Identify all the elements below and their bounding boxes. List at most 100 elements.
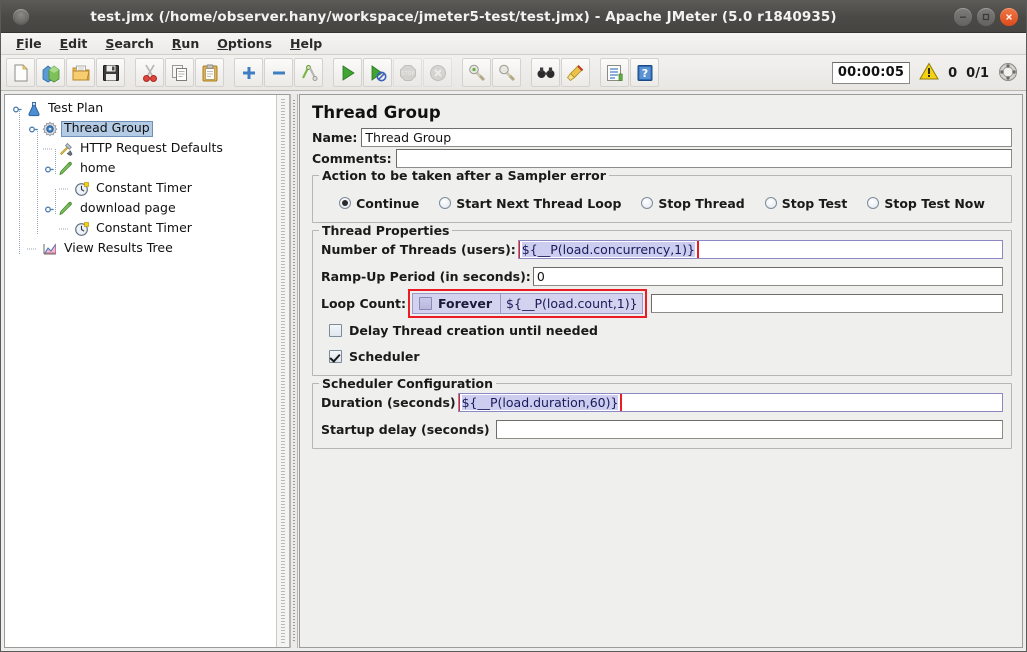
tree-node-constant-timer-1[interactable]: Constant Timer — [9, 179, 289, 199]
number-of-threads-input[interactable]: ${__P(load.concurrency,1)} — [517, 239, 1003, 259]
toolbar-status-area: 00:00:05 0 0/1 — [831, 60, 1018, 86]
radio-continue-label: Continue — [356, 195, 420, 211]
duration-value: ${__P(load.duration,60)} — [461, 394, 619, 410]
loop-count-label: Loop Count: — [321, 295, 406, 311]
toolbar-help-button[interactable]: ? — [630, 58, 659, 87]
toolbar-collapse-all-button[interactable] — [264, 58, 293, 87]
radio-stop-test-now[interactable]: Stop Test Now — [867, 196, 985, 211]
svg-text:STOP: STOP — [401, 71, 414, 77]
thread-properties-group: Thread Properties Number of Threads (use… — [312, 223, 1012, 376]
radio-continue[interactable]: Continue — [339, 196, 419, 211]
tree-expand-handle-thread-group[interactable] — [25, 120, 41, 138]
toolbar-clear-all-button[interactable] — [492, 58, 521, 87]
radio-stop-test-label: Stop Test — [781, 195, 848, 211]
menu-help-label: elp — [300, 36, 323, 51]
menu-file[interactable]: File — [7, 34, 51, 53]
delay-thread-creation-checkbox[interactable]: Delay Thread creation until needed — [321, 319, 1003, 341]
menu-search[interactable]: Search — [96, 34, 162, 53]
menu-help[interactable]: Help — [281, 34, 331, 53]
tree-vertical-scrollbar[interactable] — [276, 95, 289, 647]
startup-delay-input[interactable] — [495, 419, 1003, 439]
tree-node-thread-group[interactable]: Thread Group — [9, 119, 289, 139]
tree-label-test-plan: Test Plan — [48, 100, 104, 116]
tree-node-home[interactable]: home — [9, 159, 289, 179]
toolbar-toggle-button[interactable] — [294, 58, 323, 87]
menu-options[interactable]: Options — [208, 34, 281, 53]
thread-activity-icon[interactable] — [998, 62, 1018, 85]
toolbar-separator-6 — [591, 58, 600, 87]
tree-expand-handle-home[interactable] — [41, 160, 57, 178]
window-titlebar: test.jmx (/home/observer.hany/workspace/… — [1, 1, 1026, 33]
view-results-tree-icon — [41, 240, 59, 258]
duration-input[interactable]: ${__P(load.duration,60)} — [457, 392, 1003, 412]
toolbar-expand-all-button[interactable] — [234, 58, 263, 87]
maximize-button[interactable] — [977, 8, 995, 26]
toolbar-search-button[interactable] — [531, 58, 560, 87]
radio-start-next-thread-loop[interactable]: Start Next Thread Loop — [439, 196, 621, 211]
tree-expand-handle-test-plan[interactable] — [9, 100, 25, 118]
tree-label-constant-timer-2: Constant Timer — [96, 220, 192, 236]
start-icon — [338, 63, 358, 83]
toolbar-start-button[interactable] — [333, 58, 362, 87]
clear-icon — [467, 63, 487, 83]
warning-icon[interactable] — [919, 62, 939, 84]
comments-label: Comments: — [312, 151, 392, 166]
toolbar-start-no-pauses-button[interactable] — [363, 58, 392, 87]
close-button[interactable] — [1000, 8, 1018, 26]
loop-count-input[interactable]: ${__P(load.count,1)} — [500, 292, 644, 314]
page-title: Thread Group — [312, 103, 441, 122]
scheduler-checkbox-mark — [329, 349, 342, 363]
tree-node-view-results-tree[interactable]: View Results Tree — [9, 239, 289, 259]
thread-group-editor-panel: Thread Group Name: Thread Group Comments… — [299, 94, 1023, 648]
jmeter-window: test.jmx (/home/observer.hany/workspace/… — [0, 0, 1027, 652]
scheduler-configuration-group: Scheduler Configuration Duration (second… — [312, 376, 1012, 449]
tree-node-constant-timer-2[interactable]: Constant Timer — [9, 219, 289, 239]
toolbar-save-button[interactable] — [96, 58, 125, 87]
toolbar-shutdown-button[interactable] — [423, 58, 452, 87]
loop-count-input-tail[interactable] — [651, 293, 1003, 313]
thread-group-icon — [41, 120, 59, 138]
panel-splitter[interactable] — [290, 94, 298, 648]
toolbar-new-button[interactable] — [6, 58, 35, 87]
tree-node-http-request-defaults[interactable]: HTTP Request Defaults — [9, 139, 289, 159]
tree-label-download-page: download page — [80, 200, 176, 216]
toolbar-copy-button[interactable] — [165, 58, 194, 87]
thread-properties-group-title: Thread Properties — [319, 223, 453, 238]
main-toolbar: STOP ? 00:00:05 0 0/1 — [1, 55, 1026, 91]
delay-thread-creation-mark — [329, 323, 342, 337]
menu-edit[interactable]: Edit — [51, 34, 97, 53]
name-input[interactable]: Thread Group — [361, 128, 1012, 147]
radio-stop-test-mark — [764, 197, 777, 209]
toolbar-cut-button[interactable] — [135, 58, 164, 87]
test-plan-tree: Test Plan Thread Group HTTP Request Defa… — [5, 95, 289, 259]
scheduler-checkbox[interactable]: Scheduler — [321, 345, 1003, 367]
tree-leaf-handle-view-results — [25, 240, 41, 258]
test-plan-tree-panel: Test Plan Thread Group HTTP Request Defa… — [4, 94, 290, 648]
toolbar-paste-button[interactable] — [195, 58, 224, 87]
toolbar-separator-3 — [324, 58, 333, 87]
tree-node-download-page[interactable]: download page — [9, 199, 289, 219]
toolbar-open-button[interactable] — [66, 58, 95, 87]
ramp-up-input[interactable]: 0 — [532, 266, 1003, 286]
save-icon — [101, 63, 121, 83]
timer-icon — [73, 220, 91, 238]
toolbar-reset-search-button[interactable] — [561, 58, 590, 87]
menu-search-label: earch — [114, 36, 154, 51]
toolbar-clear-button[interactable] — [462, 58, 491, 87]
radio-stop-test[interactable]: Stop Test — [764, 195, 848, 211]
toolbar-separator-4 — [453, 58, 462, 87]
svg-text:?: ? — [641, 67, 647, 80]
tree-expand-handle-download-page[interactable] — [41, 200, 57, 218]
radio-stop-thread[interactable]: Stop Thread — [641, 196, 745, 211]
tree-node-test-plan[interactable]: Test Plan — [9, 99, 289, 119]
expand-all-icon — [239, 63, 259, 83]
comments-input[interactable] — [395, 149, 1012, 168]
radio-stop-test-now-mark — [867, 197, 880, 209]
forever-checkbox[interactable]: Forever — [411, 292, 501, 314]
minimize-button[interactable] — [954, 8, 972, 26]
toolbar-templates-button[interactable] — [36, 58, 65, 87]
toolbar-stop-button[interactable]: STOP — [393, 58, 422, 87]
menu-run[interactable]: Run — [163, 34, 208, 53]
tree-label-constant-timer-1: Constant Timer — [96, 180, 192, 196]
toolbar-function-helper-button[interactable] — [600, 58, 629, 87]
